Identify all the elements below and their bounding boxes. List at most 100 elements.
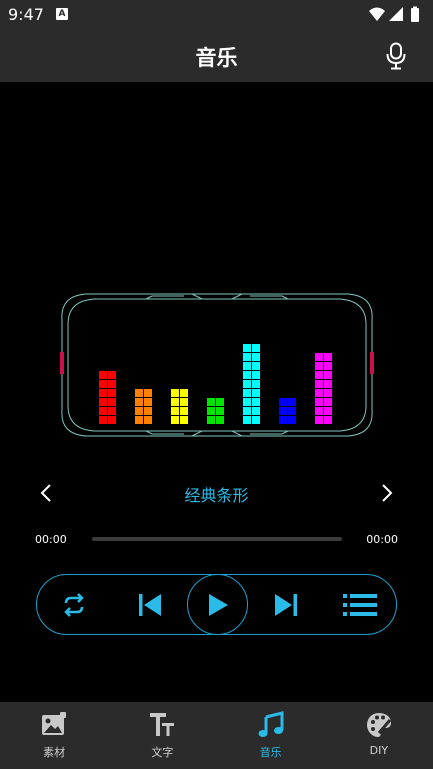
visualizer-bar-segment	[324, 362, 332, 370]
visualizer-style-name: 经典条形	[184, 486, 249, 505]
visualizer-bar-segment	[243, 398, 251, 406]
visualizer-bar-segment	[171, 389, 179, 397]
visualizer-bar-segment	[252, 380, 260, 388]
progress-row: 00:00 00:00	[0, 530, 433, 550]
visualizer-bar-segment	[315, 389, 323, 397]
visualizer-bar-segment	[252, 353, 260, 361]
visualizer-bar-segment	[243, 362, 251, 370]
visualizer-bar-segment	[144, 416, 152, 424]
header: 音乐	[0, 30, 433, 82]
microphone-icon[interactable]	[385, 42, 407, 70]
battery-icon	[411, 6, 419, 22]
visualizer-bar-segment	[315, 362, 323, 370]
visualizer-bar-segment	[180, 389, 188, 397]
visualizer-bar-segment	[135, 389, 143, 397]
visualizer-bar	[279, 398, 296, 424]
visualizer-bar-segment	[207, 407, 215, 415]
visualizer-bar-segment	[144, 398, 152, 406]
signal-icon	[389, 7, 403, 21]
visualizer-bar-segment	[315, 416, 323, 424]
visualizer-bar-segment	[252, 362, 260, 370]
nav-item-diy[interactable]: DIY	[325, 702, 433, 769]
visualizer-bar-segment	[108, 371, 116, 379]
visualizer-bar-segment	[243, 353, 251, 361]
nav-label: 文字	[151, 746, 174, 759]
visualizer-bar-segment	[288, 407, 296, 415]
music-note-icon	[258, 711, 284, 737]
text-icon	[150, 713, 175, 736]
visualizer-bar-segment	[324, 398, 332, 406]
visualizer-bar-segment	[171, 398, 179, 406]
visualizer-bar-segment	[252, 416, 260, 424]
visualizer-bar-segment	[144, 389, 152, 397]
visualizer-bar-segment	[108, 416, 116, 424]
style-selector: 经典条形	[0, 476, 433, 510]
visualizer-bar-segment	[252, 398, 260, 406]
repeat-icon[interactable]	[59, 592, 89, 618]
visualizer-bar-segment	[108, 389, 116, 397]
nav-label: 素材	[43, 746, 66, 759]
visualizer-bar-segment	[324, 389, 332, 397]
visualizer-bar-segment	[252, 344, 260, 352]
visualizer-bar-segment	[135, 398, 143, 406]
visualizer-bar-segment	[279, 416, 287, 424]
nav-label: 音乐	[259, 746, 282, 759]
visualizer-bar	[207, 398, 224, 424]
player-controls	[36, 574, 397, 635]
visualizer-bar	[99, 371, 116, 424]
visualizer-bar-segment	[243, 389, 251, 397]
visualizer-bar-segment	[108, 407, 116, 415]
visualizer-bar-segment	[315, 380, 323, 388]
visualizer-bar-segment	[216, 407, 224, 415]
visualizer-bar-segment	[99, 398, 107, 406]
visualizer-bar-segment	[288, 398, 296, 406]
visualizer-bar-segment	[108, 380, 116, 388]
visualizer-bar-segment	[315, 371, 323, 379]
visualizer-bar-segment	[324, 371, 332, 379]
previous-icon[interactable]	[137, 592, 163, 618]
visualizer-bar-segment	[216, 416, 224, 424]
visualizer-bars	[99, 344, 332, 424]
visualizer-bar-segment	[279, 407, 287, 415]
visualizer-bar-segment	[252, 407, 260, 415]
status-time: 9:47	[8, 5, 44, 24]
visualizer-bar	[243, 344, 260, 424]
visualizer-bar-segment	[99, 389, 107, 397]
visualizer-bar-segment	[315, 398, 323, 406]
nav-item-material[interactable]: 素材	[0, 702, 108, 769]
visualizer-bar-segment	[99, 407, 107, 415]
visualizer-bar-segment	[216, 398, 224, 406]
image-icon	[42, 712, 67, 735]
visualizer-bar-segment	[243, 371, 251, 379]
visualizer-bar-segment	[243, 407, 251, 415]
nav-label: DIY	[369, 744, 389, 757]
visualizer-bar-segment	[324, 380, 332, 388]
nav-item-music[interactable]: 音乐	[217, 702, 325, 769]
visualizer-bar-segment	[243, 416, 251, 424]
visualizer-bar-segment	[324, 353, 332, 361]
visualizer-bar-segment	[324, 416, 332, 424]
visualizer-bar-segment	[243, 344, 251, 352]
next-icon[interactable]	[273, 592, 299, 618]
visualizer-bar-segment	[99, 380, 107, 388]
nav-item-text[interactable]: 文字	[108, 702, 216, 769]
visualizer-bar-segment	[279, 398, 287, 406]
status-icons	[369, 6, 419, 22]
visualizer-bar	[135, 389, 152, 424]
visualizer-bar-segment	[207, 398, 215, 406]
bottom-navigation: 素材 文字 音乐 DIY	[0, 702, 433, 769]
visualizer-bar-segment	[171, 407, 179, 415]
play-icon[interactable]	[206, 592, 230, 618]
visualizer-bar	[315, 353, 332, 424]
visualizer-bar-segment	[171, 416, 179, 424]
visualizer-bar	[171, 389, 188, 424]
audio-visualizer	[60, 293, 374, 437]
progress-bar[interactable]	[92, 537, 342, 541]
visualizer-bar-segment	[243, 380, 251, 388]
visualizer-bar-segment	[252, 371, 260, 379]
current-time: 00:00	[35, 533, 67, 546]
playlist-icon[interactable]	[343, 592, 377, 618]
visualizer-bar-segment	[180, 416, 188, 424]
visualizer-bar-segment	[135, 407, 143, 415]
chevron-right-icon[interactable]	[377, 482, 397, 504]
